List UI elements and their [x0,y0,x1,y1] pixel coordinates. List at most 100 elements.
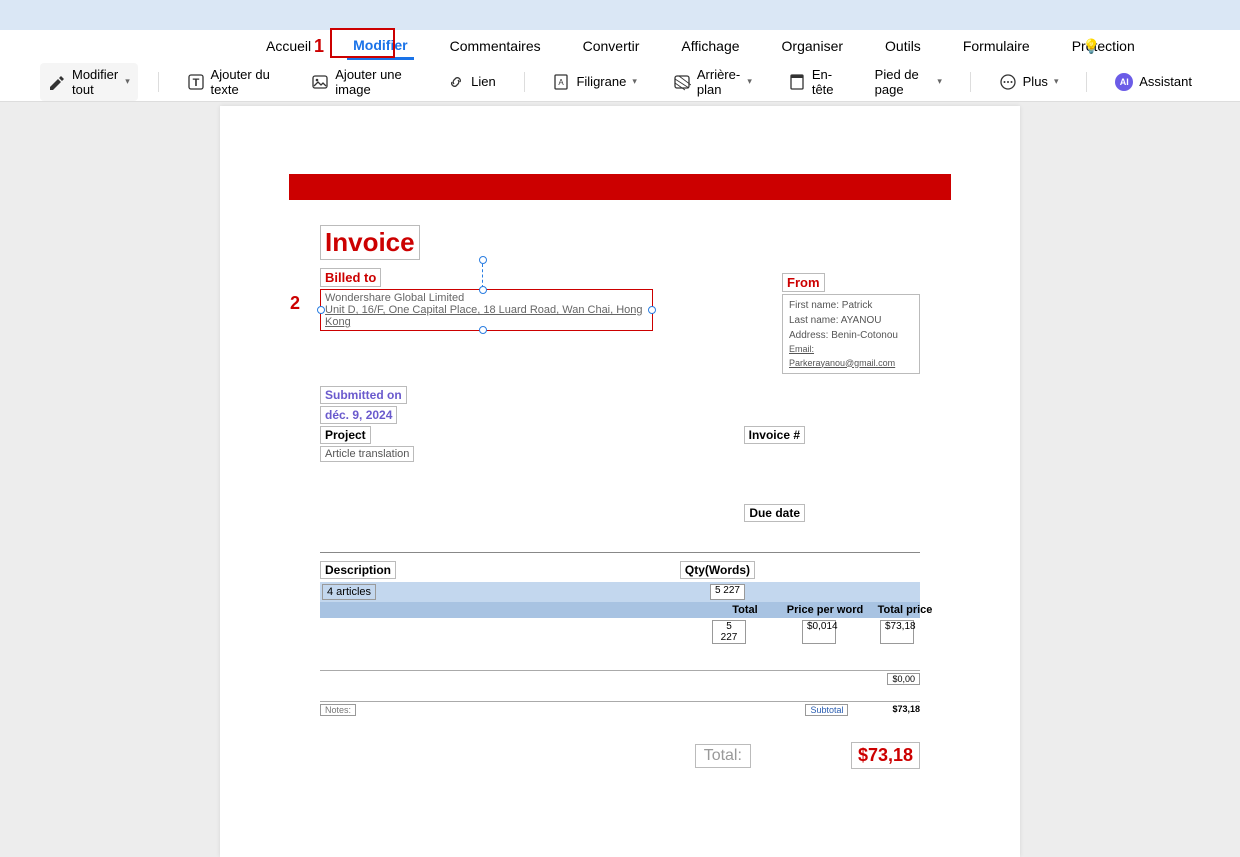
menu-affichage[interactable]: Affichage [675,34,745,58]
total-price-value[interactable]: $73,18 [880,620,914,644]
ai-icon: AI [1115,73,1133,91]
separator [1086,72,1087,92]
modifier-tout-button[interactable]: Modifier tout ▾ [40,63,138,101]
from-details[interactable]: First name: Patrick Last name: AYANOU Ad… [782,294,920,374]
menu-organiser[interactable]: Organiser [776,34,849,58]
subtotal-label[interactable]: Subtotal [805,704,848,716]
menu-commentaires[interactable]: Commentaires [444,34,547,58]
chevron-down-icon: ▾ [632,76,637,87]
filigrane-button[interactable]: A Filigrane ▾ [544,69,644,95]
project-label[interactable]: Project [320,426,371,444]
item-qty[interactable]: 5 227 [710,584,745,600]
due-date-row: Due date [320,504,920,522]
red-header-bar [289,174,951,200]
resize-handle-right[interactable] [648,306,656,314]
col-total: Total [710,602,780,618]
billed-company: Wondershare Global Limited [325,292,648,304]
total-qty-value[interactable]: 5 227 [712,620,746,644]
separator [970,72,971,92]
modifier-tout-label: Modifier tout [72,67,119,97]
zero-row: $0,00 [320,670,920,685]
billed-to-label[interactable]: Billed to [320,268,381,287]
rotate-handle[interactable] [479,256,487,264]
svg-text:T: T [192,77,199,89]
billed-address: Unit D, 16/F, One Capital Place, 18 Luar… [325,304,648,328]
menu-accueil[interactable]: Accueil [260,34,317,58]
annotation-1: 1 [314,36,324,57]
due-date-label[interactable]: Due date [744,504,805,522]
resize-handle-top[interactable] [479,286,487,294]
from-block: From First name: Patrick Last name: AYAN… [782,273,920,374]
en-tete-label: En-tête [812,67,839,97]
spacer [320,602,710,618]
chevron-down-icon: ▾ [937,76,942,87]
watermark-icon: A [552,73,570,91]
zero-value[interactable]: $0,00 [887,673,920,685]
pied-de-page-label: Pied de page [875,67,932,97]
document-body: Invoice Billed to 2 Wondershare Global L… [320,225,920,769]
total-row: Total: $73,18 [320,742,920,769]
more-icon [999,73,1017,91]
from-last-name: Last name: AYANOU [789,313,913,328]
col-price-per-word: Price per word [780,602,870,618]
menu-modifier[interactable]: Modifier [347,33,413,60]
top-banner [0,0,1240,30]
header-icon [788,73,806,91]
submitted-block: Submitted on déc. 9, 2024 [320,386,920,424]
from-label[interactable]: From [782,273,825,292]
lightbulb-icon[interactable]: 💡 [1083,38,1100,55]
subheader-row: Total Price per word Total price [320,602,920,618]
pied-de-page-button[interactable]: Pied de page ▾ [867,63,950,101]
plus-button[interactable]: Plus ▾ [991,69,1067,95]
menu-protection[interactable]: Protection [1066,34,1141,58]
lien-label: Lien [471,74,496,89]
invoice-table: Description Qty(Words) 4 articles 5 227 … [320,552,920,769]
toolbar: Modifier tout ▾ T Ajouter du texte Ajout… [0,62,1240,102]
ajouter-image-label: Ajouter une image [335,67,411,97]
chevron-down-icon: ▾ [1054,76,1059,87]
separator [158,72,159,92]
invoice-number-label[interactable]: Invoice # [744,426,805,444]
table-header-row: Description Qty(Words) [320,561,920,579]
price-per-word-value[interactable]: $0,014 [802,620,836,644]
assistant-label: Assistant [1139,74,1192,89]
subtotal-row: Notes: Subtotal $73,18 [320,701,920,716]
ajouter-image-button[interactable]: Ajouter une image [303,63,419,101]
assistant-button[interactable]: AI Assistant [1107,69,1200,95]
image-icon [311,73,329,91]
document-page[interactable]: Invoice Billed to 2 Wondershare Global L… [220,106,1020,857]
from-email: Email: Parkerayanou@gmail.com [789,343,913,370]
arriere-plan-button[interactable]: Arrière-plan ▾ [665,63,760,101]
annotation-2: 2 [290,293,300,314]
rotate-line [482,264,483,288]
invoice-title[interactable]: Invoice [320,225,420,260]
resize-handle-bottom[interactable] [479,326,487,334]
selected-text-block[interactable]: Wondershare Global Limited Unit D, 16/F,… [320,289,653,331]
resize-handle-left[interactable] [317,306,325,314]
menu-outils[interactable]: Outils [879,34,927,58]
ajouter-texte-button[interactable]: T Ajouter du texte [179,63,284,101]
chevron-down-icon: ▾ [125,76,130,87]
total-value[interactable]: $73,18 [851,742,920,769]
submitted-on-label[interactable]: Submitted on [320,386,407,404]
item-row: 4 articles 5 227 [320,582,920,602]
menu-formulaire[interactable]: Formulaire [957,34,1036,58]
notes-label[interactable]: Notes: [320,704,356,716]
en-tete-button[interactable]: En-tête [780,63,847,101]
filigrane-label: Filigrane [576,74,626,89]
qty-header[interactable]: Qty(Words) [680,561,755,579]
svg-text:A: A [559,78,565,87]
link-icon [447,73,465,91]
subtotal-value[interactable]: $73,18 [892,704,920,716]
item-description[interactable]: 4 articles [322,584,376,600]
menu-convertir[interactable]: Convertir [577,34,646,58]
from-address: Address: Benin-Cotonou [789,328,913,343]
project-value[interactable]: Article translation [320,446,414,462]
background-icon [673,73,691,91]
total-label[interactable]: Total: [695,744,751,768]
description-header[interactable]: Description [320,561,396,579]
separator [524,72,525,92]
menu-bar: 1 Accueil Modifier Commentaires Converti… [0,30,1240,62]
lien-button[interactable]: Lien [439,69,504,95]
submitted-date[interactable]: déc. 9, 2024 [320,406,397,424]
